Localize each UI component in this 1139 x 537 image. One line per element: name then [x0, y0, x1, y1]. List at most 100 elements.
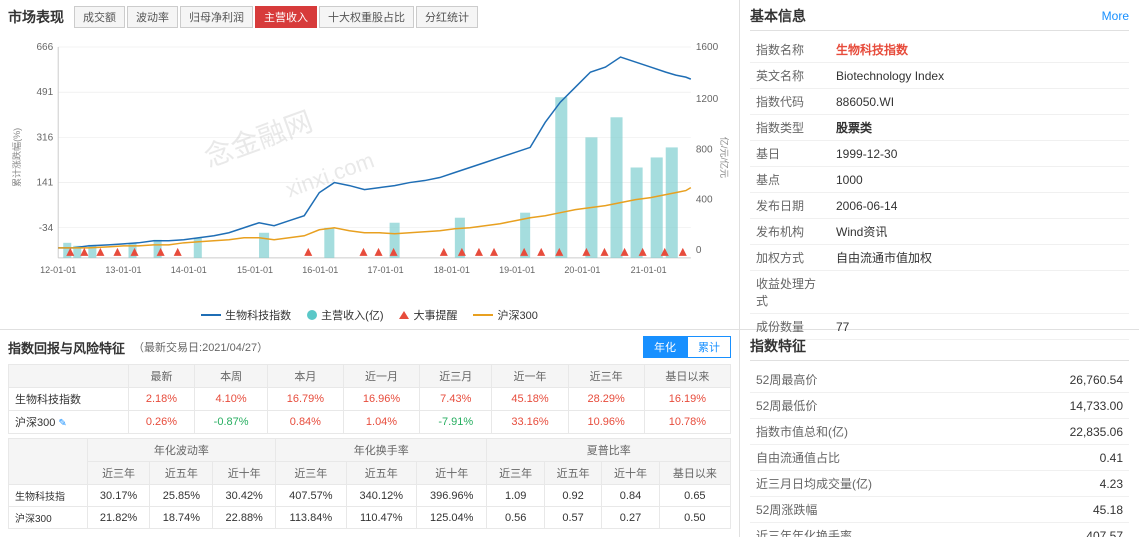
- info-value-publisher: Wind资讯: [830, 219, 1129, 245]
- info-row-type: 指数类型 股票类: [750, 115, 1129, 141]
- rh-turn-10y: 125.04%: [417, 507, 487, 529]
- tab-bodonglu[interactable]: 波动率: [127, 6, 178, 28]
- feat-row-marketcap: 指数市值总和(亿) 22,835.06: [750, 419, 1129, 445]
- th-turn-3y: 近三年: [276, 462, 346, 485]
- legend-dot-revenue: [307, 310, 317, 320]
- performance-table: 最新 本周 本月 近一月 近三月 近一年 近三年 基日以来 生物科技指数 2.1…: [8, 364, 731, 434]
- main-container: 市场表现 成交额 波动率 归母净利润 主营收入 十大权重股占比 分红统计: [0, 0, 1139, 537]
- chart-area: 666 491 316 141 -34 累计涨跌幅(%) 1600 1200 8…: [8, 32, 731, 303]
- th-sharpe-3y: 近三年: [487, 462, 544, 485]
- val-hs300-1m: 1.04%: [343, 411, 419, 434]
- tab-chengjiaoe[interactable]: 成交额: [74, 6, 125, 28]
- row-hs300: 沪深300 ✎ 0.26% -0.87% 0.84% 1.04% -7.91% …: [9, 411, 731, 434]
- market-title: 市场表现: [8, 7, 64, 27]
- market-tab-bar: 成交额 波动率 归母净利润 主营收入 十大权重股占比 分红统计: [74, 6, 478, 28]
- row-biotech: 生物科技指数 2.18% 4.10% 16.79% 16.96% 7.43% 4…: [9, 388, 731, 411]
- th-latest: 最新: [128, 365, 195, 388]
- svg-text:15-01-01: 15-01-01: [237, 265, 273, 275]
- toggle-cumulative[interactable]: 累计: [687, 336, 731, 358]
- svg-text:800: 800: [696, 144, 713, 155]
- rv-vol-10y: 30.42%: [213, 485, 276, 507]
- label-biotech: 生物科技指数: [9, 388, 129, 411]
- val-biotech-week: 4.10%: [195, 388, 267, 411]
- rh-sharpe-3y: 0.56: [487, 507, 544, 529]
- info-label-basedate: 基日: [750, 141, 830, 167]
- rh-sharpe-10y: 0.27: [602, 507, 659, 529]
- chart-legend: 生物科技指数 主营收入(亿) 大事提醒 沪深300: [8, 307, 731, 323]
- rv-turn-3y: 407.57%: [276, 485, 346, 507]
- th-sharpe-5y: 近五年: [544, 462, 601, 485]
- info-label-type: 指数类型: [750, 115, 830, 141]
- info-row-name: 指数名称 生物科技指数: [750, 37, 1129, 63]
- info-label-return-method: 收益处理方式: [750, 271, 830, 314]
- tab-zhuyingshouru[interactable]: 主营收入: [255, 6, 317, 28]
- th-since-base: 基日以来: [644, 365, 730, 388]
- info-label-basepoint: 基点: [750, 167, 830, 193]
- feat-value-avgvol: 4.23: [1001, 471, 1129, 497]
- legend-revenue: 主营收入(亿): [307, 307, 383, 323]
- risk-header-row1: 年化波动率 年化换手率 夏普比率: [9, 439, 731, 462]
- tab-fenhong[interactable]: 分红统计: [416, 6, 478, 28]
- info-title: 基本信息: [750, 6, 806, 26]
- val-hs300-3y: 10.96%: [568, 411, 644, 434]
- tab-shida[interactable]: 十大权重股占比: [319, 6, 414, 28]
- val-biotech-latest: 2.18%: [128, 388, 195, 411]
- features-panel: 指数特征 52周最高价 26,760.54 52周最低价 14,733.00 指…: [740, 330, 1139, 537]
- th-this-week: 本周: [195, 365, 267, 388]
- info-panel-header: 基本信息 More: [750, 6, 1129, 31]
- rh-turn-5y: 110.47%: [346, 507, 416, 529]
- hs300-edit-icon[interactable]: ✎: [58, 418, 66, 429]
- feat-label-freefloat: 自由流通值占比: [750, 445, 1001, 471]
- th-this-month: 本月: [267, 365, 343, 388]
- svg-text:14-01-01: 14-01-01: [171, 265, 207, 275]
- legend-biotech: 生物科技指数: [201, 307, 291, 323]
- toggle-annualized[interactable]: 年化: [643, 336, 687, 358]
- val-biotech-1m: 16.96%: [343, 388, 419, 411]
- return-header: 指数回报与风险特征 （最新交易日:2021/04/27） 年化 累计: [8, 336, 731, 358]
- th-vol: 年化波动率: [87, 439, 275, 462]
- svg-text:19-01-01: 19-01-01: [499, 265, 535, 275]
- feat-value-high52: 26,760.54: [1001, 367, 1129, 393]
- risk-row-hs300: 沪深300 21.82% 18.74% 22.88% 113.84% 110.4…: [9, 507, 731, 529]
- legend-hs300: 沪深300: [473, 307, 537, 323]
- risk-header-row2: 近三年 近五年 近十年 近三年 近五年 近十年 近三年 近五年 近十年 基日以来: [9, 462, 731, 485]
- feat-value-marketcap: 22,835.06: [1001, 419, 1129, 445]
- rv-vol-3y: 30.17%: [87, 485, 150, 507]
- more-link[interactable]: More: [1102, 9, 1129, 23]
- th-vol-10y: 近十年: [213, 462, 276, 485]
- info-table: 指数名称 生物科技指数 英文名称 Biotechnology Index 指数代…: [750, 37, 1129, 340]
- val-hs300-1y: 33.16%: [492, 411, 568, 434]
- tab-guimu[interactable]: 归母净利润: [180, 6, 253, 28]
- svg-text:21-01-01: 21-01-01: [631, 265, 667, 275]
- legend-line-hs300: [473, 314, 493, 316]
- basic-info-panel: 基本信息 More 指数名称 生物科技指数 英文名称 Biotechnology…: [740, 0, 1139, 329]
- th-sharpe: 夏普比率: [487, 439, 731, 462]
- svg-text:-34: -34: [39, 223, 54, 234]
- info-label-publisher: 发布机构: [750, 219, 830, 245]
- svg-text:念金融网: 念金融网: [200, 106, 316, 174]
- val-biotech-3m: 7.43%: [420, 388, 492, 411]
- rv-sharpe-3y: 1.09: [487, 485, 544, 507]
- rh-vol-5y: 18.74%: [150, 507, 213, 529]
- return-title: 指数回报与风险特征: [8, 338, 125, 357]
- svg-text:316: 316: [36, 132, 53, 143]
- rv-sharpe-10y: 0.84: [602, 485, 659, 507]
- legend-label-reminder: 大事提醒: [413, 307, 457, 323]
- info-value-type: 股票类: [830, 115, 1129, 141]
- risk-label-hs300: 沪深300: [9, 507, 88, 529]
- th-turn-5y: 近五年: [346, 462, 416, 485]
- legend-line-biotech: [201, 314, 221, 316]
- val-hs300-month: 0.84%: [267, 411, 343, 434]
- val-biotech-month: 16.79%: [267, 388, 343, 411]
- info-row-basepoint: 基点 1000: [750, 167, 1129, 193]
- svg-text:1600: 1600: [696, 42, 719, 53]
- feat-value-low52: 14,733.00: [1001, 393, 1129, 419]
- toggle-group: 年化 累计: [643, 336, 731, 358]
- rv-sharpe-5y: 0.92: [544, 485, 601, 507]
- val-biotech-3y: 28.29%: [568, 388, 644, 411]
- svg-text:累计涨跌幅(%): 累计涨跌幅(%): [11, 128, 22, 187]
- features-table: 52周最高价 26,760.54 52周最低价 14,733.00 指数市值总和…: [750, 367, 1129, 537]
- rv-turn-10y: 396.96%: [417, 485, 487, 507]
- val-hs300-base: 10.78%: [644, 411, 730, 434]
- val-biotech-1y: 45.18%: [492, 388, 568, 411]
